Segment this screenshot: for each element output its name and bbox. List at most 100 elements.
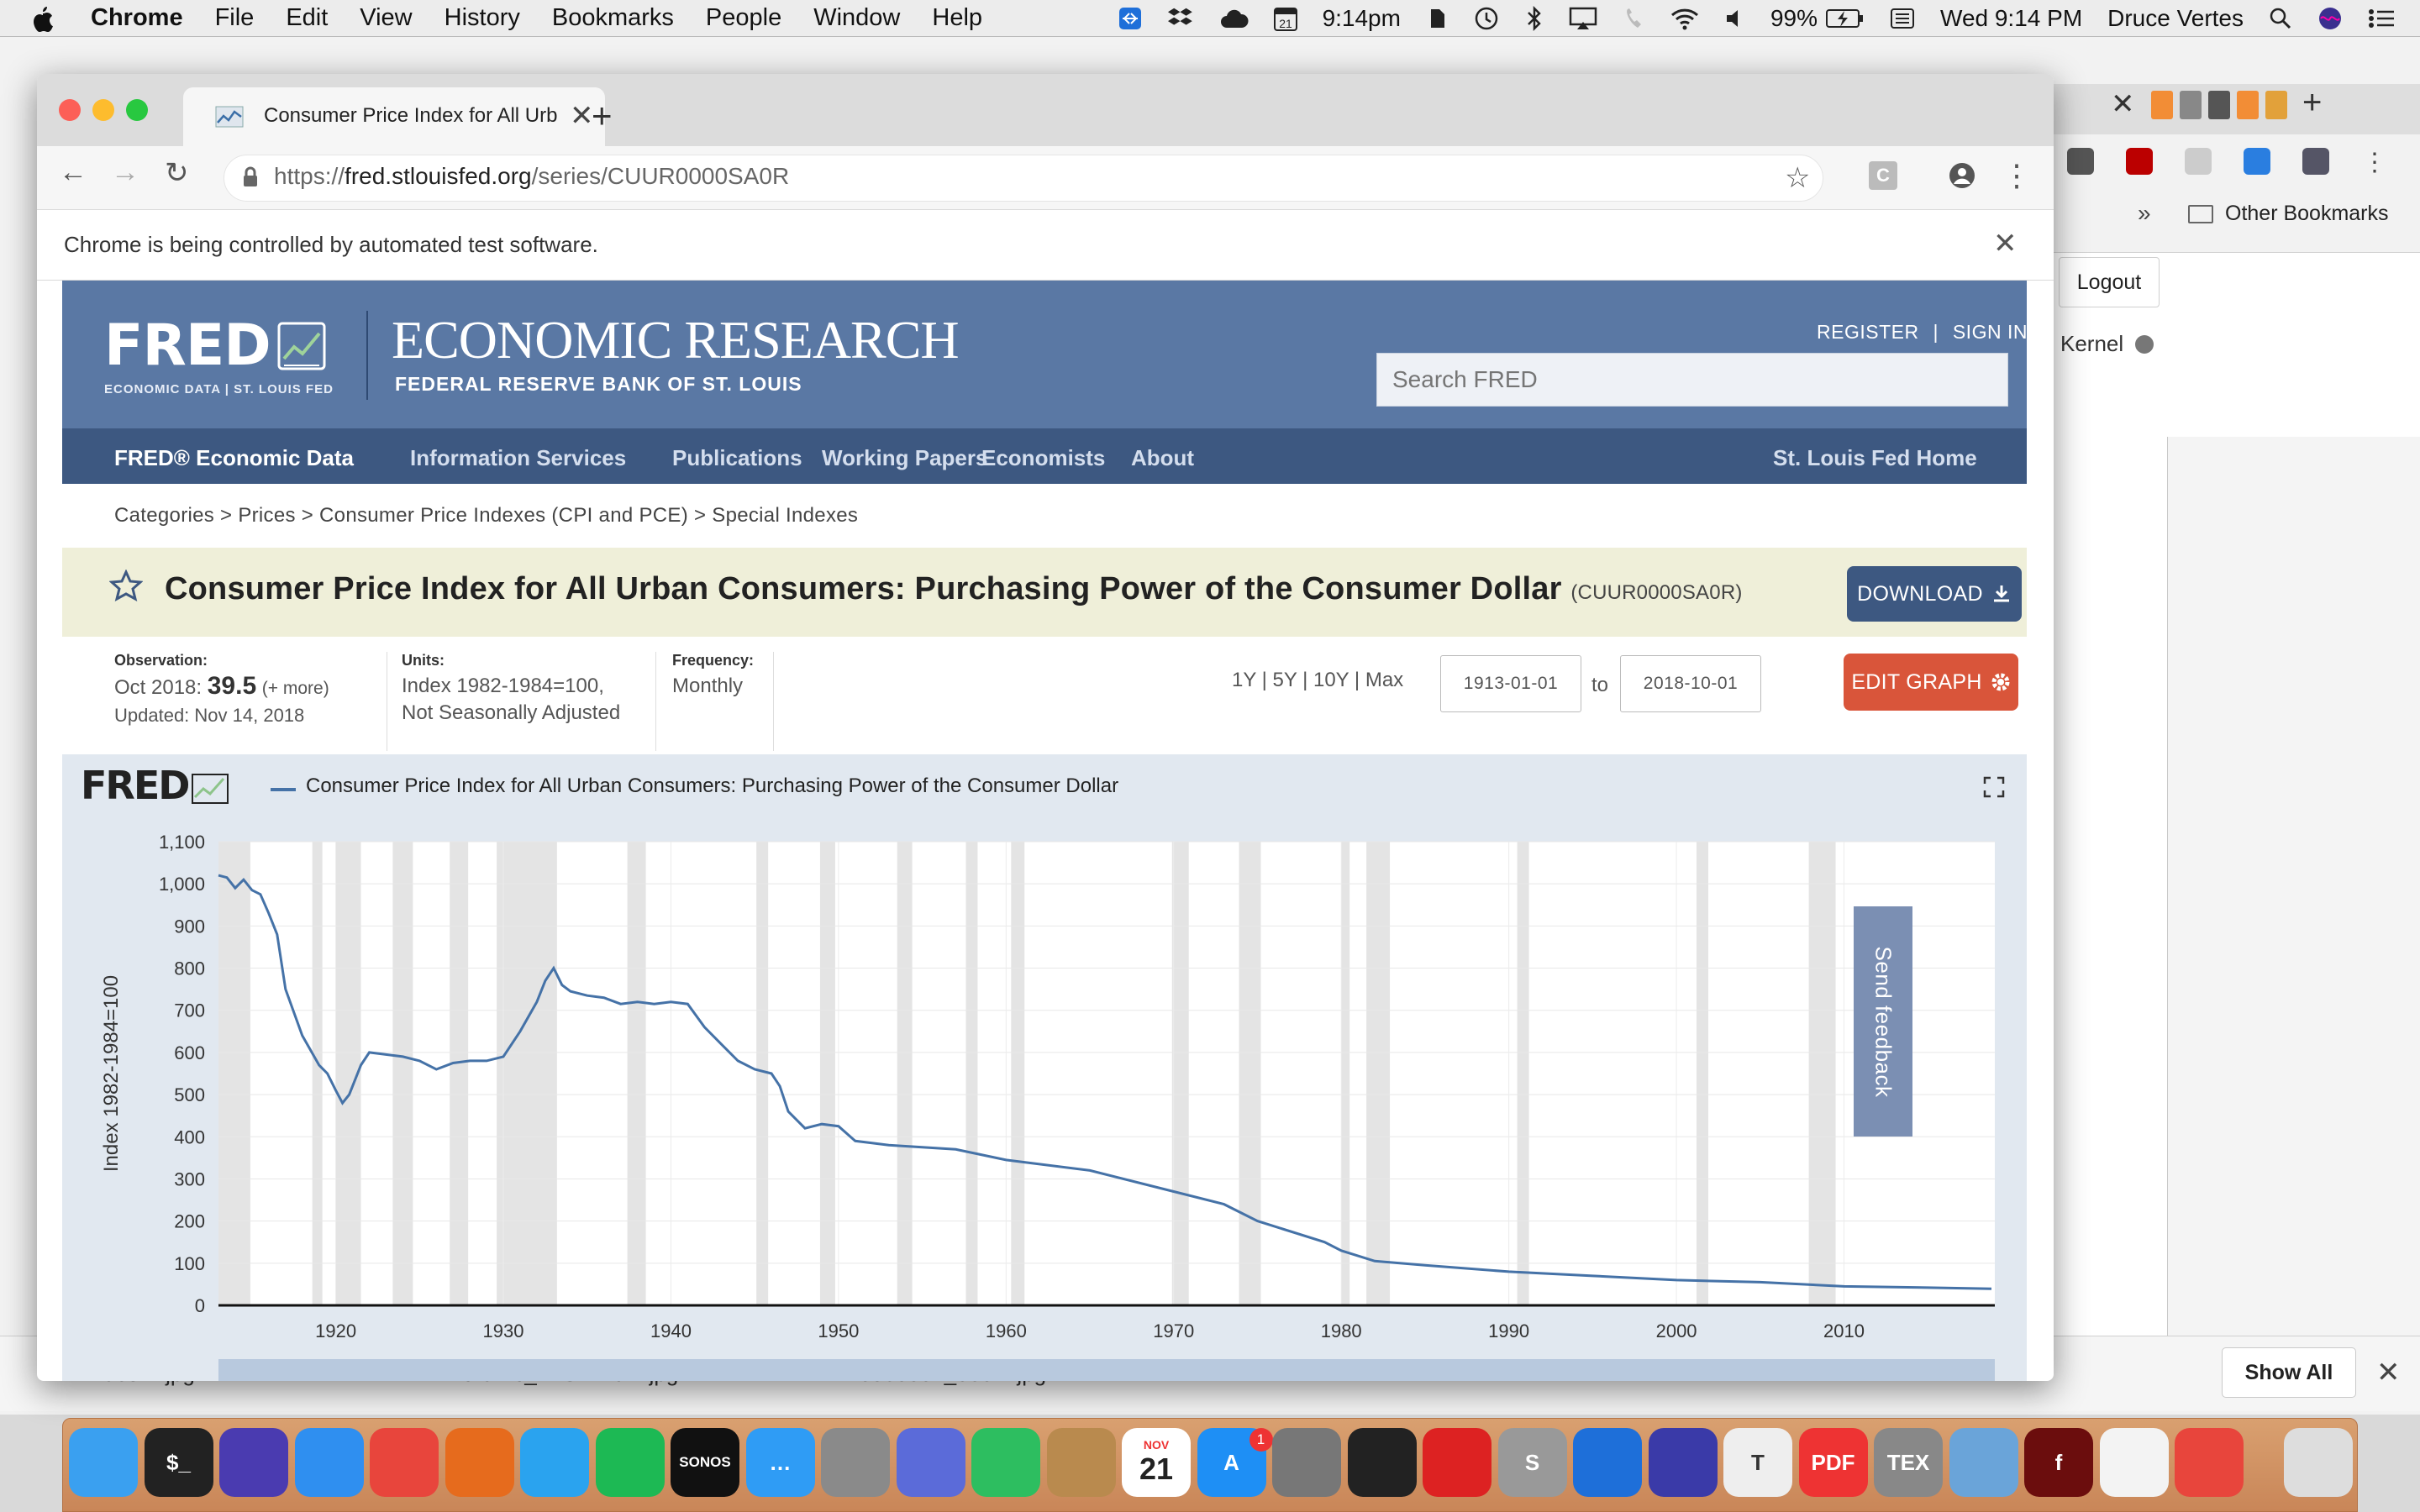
evernote-dock-icon[interactable]	[971, 1428, 1040, 1497]
poker-icon[interactable]	[1423, 1428, 1491, 1497]
sonos-icon[interactable]: SONOS	[671, 1428, 739, 1497]
tab-favicon-icon[interactable]	[2180, 91, 2202, 119]
other-bookmarks[interactable]: Other Bookmarks	[2188, 202, 2389, 226]
keyboard-icon[interactable]	[1890, 7, 1915, 30]
close-tab-icon[interactable]: ✕	[570, 99, 594, 133]
s-app-icon[interactable]: S	[1497, 1428, 1567, 1497]
minimize-window-icon[interactable]	[92, 99, 114, 121]
safari-icon[interactable]	[294, 1428, 364, 1497]
wifi-icon[interactable]	[1670, 7, 1700, 30]
volume-icon[interactable]	[1725, 7, 1745, 30]
css-extension-icon[interactable]	[2185, 148, 2212, 175]
profile-icon[interactable]	[1948, 161, 1976, 194]
lock-icon[interactable]	[242, 166, 259, 192]
menu-datetime[interactable]: Wed 9:14 PM	[1940, 5, 2082, 32]
back-icon[interactable]: ←	[59, 156, 87, 189]
x-tick-label: 1950	[818, 1320, 859, 1341]
menu-view[interactable]: View	[360, 4, 412, 32]
logout-button[interactable]: Logout	[2059, 257, 2160, 307]
tex-icon[interactable]: TEX	[1874, 1428, 1943, 1497]
infobar-close-icon[interactable]: ✕	[1993, 227, 2018, 260]
tab-favicon-icon[interactable]	[2237, 91, 2259, 119]
typora-icon[interactable]: T	[1723, 1428, 1792, 1497]
firefox-icon[interactable]	[445, 1428, 514, 1497]
recession-band	[1341, 842, 1350, 1305]
teamviewer-dock-icon[interactable]	[1573, 1428, 1642, 1497]
extension-c-icon[interactable]: C	[1869, 161, 1897, 190]
siri-icon[interactable]	[2317, 6, 2343, 31]
display-app-icon[interactable]	[1648, 1428, 1718, 1497]
zoom-window-icon[interactable]	[126, 99, 148, 121]
close-window-icon[interactable]	[59, 99, 81, 121]
ublock-icon[interactable]	[2126, 148, 2153, 175]
teamviewer-icon[interactable]	[1118, 6, 1143, 31]
menu-history[interactable]: History	[445, 4, 520, 32]
menu-user[interactable]: Druce Vertes	[2107, 5, 2244, 32]
time-machine-icon[interactable]	[1473, 5, 1500, 32]
app-menu-chrome[interactable]: Chrome	[91, 4, 183, 32]
menu-bookmarks[interactable]: Bookmarks	[552, 4, 674, 32]
forward-icon[interactable]: →	[111, 156, 139, 189]
background-tab-close-icon[interactable]: ✕	[2111, 87, 2135, 121]
menu-window[interactable]: Window	[813, 4, 900, 32]
battery-icon[interactable]	[1826, 8, 1865, 29]
notes-icon[interactable]	[1046, 1428, 1116, 1497]
calculator-icon[interactable]	[821, 1428, 890, 1497]
chrome-dock-icon-2[interactable]	[2175, 1428, 2244, 1497]
evernote-icon[interactable]	[1426, 6, 1448, 31]
x-tick-label: 1980	[1321, 1320, 1362, 1341]
bookmark-star-icon[interactable]: ☆	[1785, 161, 1810, 195]
menu-people[interactable]: People	[706, 4, 781, 32]
spotify-icon[interactable]	[595, 1428, 665, 1497]
more-menu-icon[interactable]: ⋮	[2361, 148, 2388, 176]
trash-icon[interactable]	[2284, 1428, 2353, 1497]
y-tick-label: 1,100	[159, 832, 205, 853]
close-download-shelf-icon[interactable]: ✕	[2376, 1356, 2401, 1389]
apple-menu-icon[interactable]	[30, 4, 55, 33]
menu-file[interactable]: File	[215, 4, 255, 32]
send-feedback-button[interactable]: Send feedback	[1854, 906, 1912, 1137]
messages-icon[interactable]: …	[745, 1428, 815, 1497]
menu-help[interactable]: Help	[932, 4, 982, 32]
menu-edit[interactable]: Edit	[286, 4, 328, 32]
active-tab[interactable]: Consumer Price Index for All Urban Consu…	[183, 87, 605, 146]
airplay-icon[interactable]	[1569, 6, 1597, 31]
reload-icon[interactable]: ↻	[165, 156, 189, 190]
phone-icon[interactable]	[1623, 6, 1644, 31]
cloud-download-icon[interactable]	[1220, 8, 1249, 29]
bluetooth-icon[interactable]	[1525, 5, 1544, 32]
background-new-tab-icon[interactable]: +	[2302, 84, 2322, 122]
bookmarks-overflow-icon[interactable]: »	[2138, 200, 2151, 227]
pdf-app-icon[interactable]: PDF	[1798, 1428, 1868, 1497]
notification-center-icon[interactable]	[2368, 8, 2395, 29]
pen-app-icon[interactable]	[896, 1428, 965, 1497]
calendar-tray-icon[interactable]: 21	[1273, 6, 1297, 31]
flash-icon[interactable]: f	[2024, 1428, 2093, 1497]
tab-favicon-icon[interactable]	[2151, 91, 2173, 119]
y-tick-label: 800	[174, 958, 205, 979]
finder-icon[interactable]	[69, 1428, 138, 1497]
tab-favicon-icon[interactable]	[2208, 91, 2230, 119]
chrome-menu-icon[interactable]: ⋮	[2002, 158, 2032, 193]
preview-icon[interactable]	[1949, 1428, 2018, 1497]
dropbox-icon[interactable]	[1167, 7, 1195, 30]
url-text[interactable]: https://fred.stlouisfed.org/series/CUUR0…	[274, 163, 789, 190]
vpn-extension-icon[interactable]	[2244, 148, 2270, 175]
pocket-icon[interactable]	[2067, 148, 2094, 175]
system-preferences-icon[interactable]	[1272, 1428, 1341, 1497]
kernel-label: Kernel	[2060, 331, 2124, 356]
activity-monitor-icon[interactable]	[1347, 1428, 1417, 1497]
profile-avatar-icon[interactable]	[2302, 148, 2329, 175]
calendar-icon[interactable]: NOV 21	[1122, 1428, 1191, 1497]
textedit-icon[interactable]	[2099, 1428, 2169, 1497]
tab-favicon-icon[interactable]	[2265, 91, 2287, 119]
chrome-dock-icon[interactable]	[370, 1428, 439, 1497]
twitter-icon[interactable]	[520, 1428, 589, 1497]
svg-text:21: 21	[1279, 17, 1292, 30]
terminal-icon[interactable]: $_	[144, 1428, 213, 1497]
spotlight-icon[interactable]	[2269, 7, 2292, 30]
show-all-downloads-button[interactable]: Show All	[2222, 1347, 2356, 1398]
siri-dock-icon[interactable]	[219, 1428, 288, 1497]
new-tab-icon[interactable]: +	[592, 96, 613, 136]
chart-navigator[interactable]	[218, 1359, 1995, 1381]
